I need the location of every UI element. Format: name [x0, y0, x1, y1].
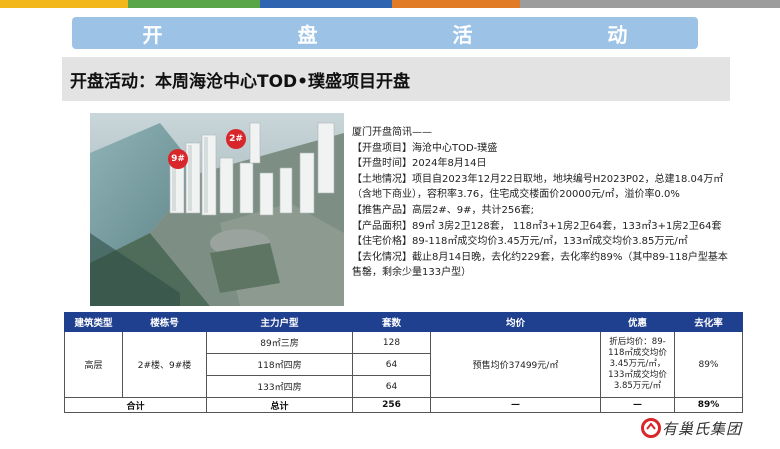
total-discount: —: [600, 397, 675, 413]
info-heading: 厦门开盘简讯——: [352, 127, 432, 138]
cell-buildings: 2#楼、9#楼: [122, 331, 207, 398]
nest-logo-icon: [641, 418, 661, 438]
total-label: 合计: [64, 397, 207, 413]
building-tag-9: 9#: [168, 149, 188, 169]
header-building-no: 楼栋号: [122, 312, 207, 332]
brand-name: 有巢氏集团: [662, 419, 743, 438]
strip-orange: [392, 0, 520, 8]
total-sell-rate: 89%: [674, 397, 743, 413]
cell-count: 64: [352, 375, 431, 398]
cell-unit: 89㎡三房: [206, 331, 353, 354]
table-row: 高层 2#楼、9#楼 89㎡三房 128 预售均价37499元/㎡ 折后均价：8…: [64, 331, 743, 398]
banner-title: 开 盘 活 动: [142, 22, 692, 47]
header-sell-rate: 去化率: [674, 312, 743, 332]
page-subtitle: 开盘活动：本周海沧中心TOD•璞盛项目开盘: [70, 71, 411, 92]
info-sales: 【去化情况】截止8月14日晚，去化约229套，去化率约89%（其中89-118户…: [352, 251, 728, 279]
info-products: 【推售产品】高层2#、9#，共计256套;: [352, 204, 534, 216]
strip-gray: [520, 0, 780, 8]
info-areas: 【产品面积】89㎡ 3房2卫128套， 118㎡3+1房2卫64套，133㎡3+…: [352, 220, 722, 232]
aerial-render: [90, 113, 344, 306]
cell-unit: 133㎡四房: [206, 375, 353, 398]
project-aerial-photo: 2# 9#: [90, 113, 344, 306]
top-color-strip: [0, 0, 780, 8]
strip-green: [128, 0, 260, 8]
building-tag-2: 2#: [226, 129, 246, 149]
cell-sell-rate: 89%: [674, 331, 743, 398]
cell-unit: 118㎡四房: [206, 353, 353, 376]
sales-table: 建筑类型 楼栋号 主力户型 套数 均价 优惠 去化率 高层 2#楼、9#楼 89…: [64, 312, 743, 413]
header-discount: 优惠: [600, 312, 675, 332]
section-banner: 开 盘 活 动: [72, 17, 698, 49]
header-count: 套数: [352, 312, 431, 332]
info-land: 【土地情况】项目自2023年12月22日取地，地块编号H2023P02，总建18…: [352, 173, 724, 201]
strip-yellow: [0, 0, 128, 8]
info-date: 【开盘时间】2024年8月14日: [352, 158, 487, 170]
cell-count: 64: [352, 353, 431, 376]
cell-avg-price: 预售均价37499元/㎡: [430, 331, 601, 398]
opening-info-text: 厦门开盘简讯—— 【开盘项目】海沧中心TOD-璞盛 【开盘时间】2024年8月1…: [352, 125, 737, 281]
subtitle-bar: 开盘活动：本周海沧中心TOD•璞盛项目开盘: [62, 57, 730, 101]
total-count: 256: [352, 397, 431, 413]
strip-blue: [260, 0, 392, 8]
cell-building-type: 高层: [64, 331, 123, 398]
info-project: 【开盘项目】海沧中心TOD-璞盛: [352, 142, 498, 154]
total-unit: 总计: [206, 397, 353, 413]
building-tag-9-label: 9#: [171, 154, 185, 164]
total-avg-price: —: [430, 397, 601, 413]
brand-logo: 有巢氏集团: [640, 416, 780, 440]
info-price: 【住宅价格】89-118㎡成交均价3.45万元/㎡，133㎡成交均价3.85万元…: [352, 236, 688, 248]
cell-count: 128: [352, 331, 431, 354]
table-total-row: 合计 总计 256 — — 89%: [64, 397, 743, 413]
header-building-type: 建筑类型: [64, 312, 123, 332]
table-header-row: 建筑类型 楼栋号 主力户型 套数 均价 优惠 去化率: [64, 312, 743, 332]
cell-discount: 折后均价：89-118㎡成交均价3.45万元/㎡，133㎡成交均价3.85万元/…: [600, 331, 675, 398]
header-avg-price: 均价: [430, 312, 601, 332]
header-main-unit: 主力户型: [206, 312, 353, 332]
building-tag-2-label: 2#: [229, 134, 243, 144]
